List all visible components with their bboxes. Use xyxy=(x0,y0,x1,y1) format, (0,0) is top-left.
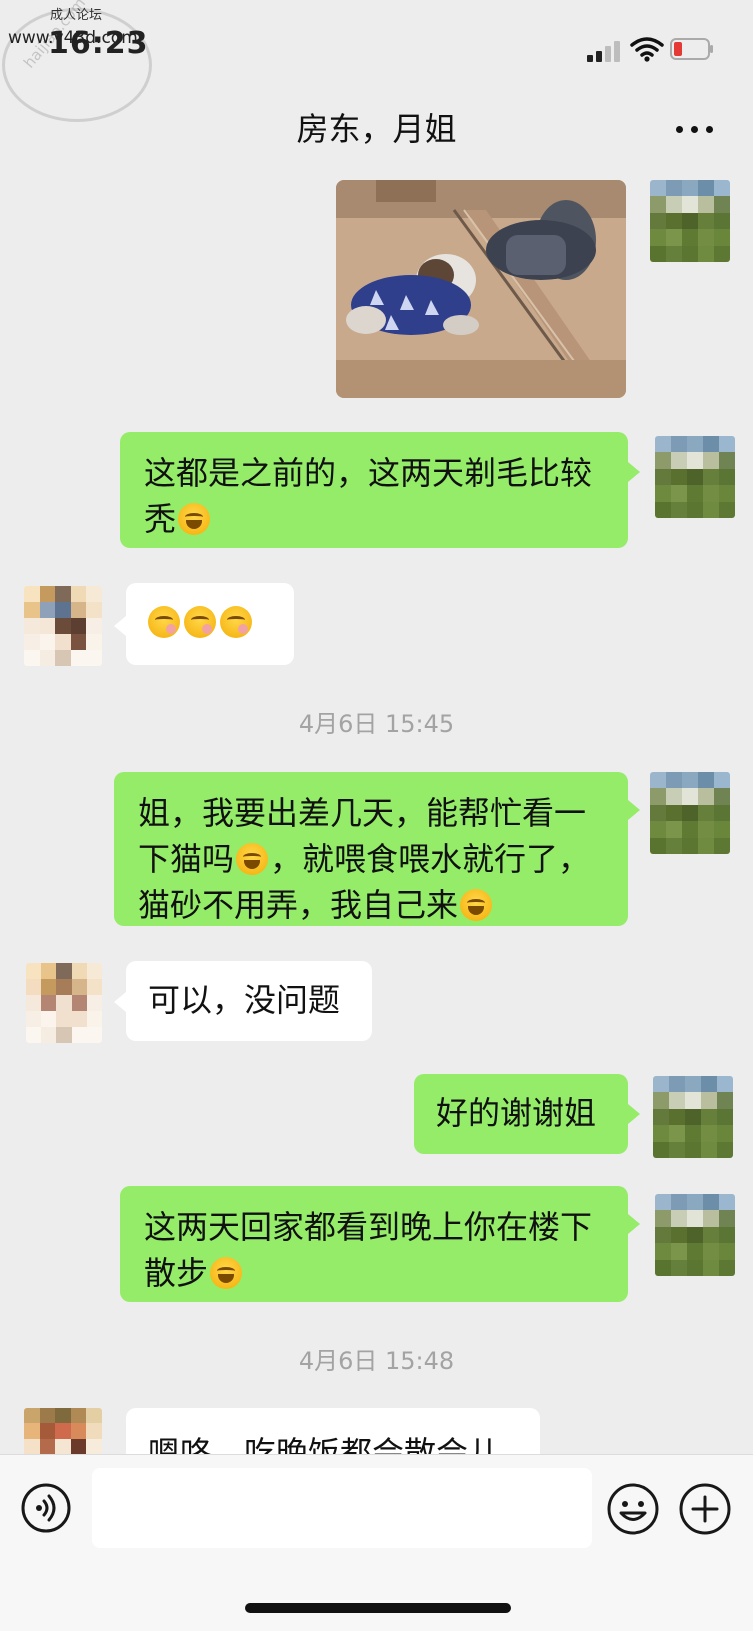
avatar-me[interactable] xyxy=(650,180,730,262)
wifi-icon xyxy=(630,37,664,62)
thinking-emoji-icon xyxy=(148,606,180,638)
avatar-me[interactable] xyxy=(655,436,735,518)
message-bubble-other[interactable]: 嗯咯，吃晚饭都会散会儿 xyxy=(126,1408,540,1454)
home-indicator[interactable] xyxy=(245,1603,511,1613)
message-bubble-me[interactable]: 姐，我要出差几天，能帮忙看一 下猫吗 ，就喂食喂水就行了， 猫砂不用弄，我自己来 xyxy=(114,772,628,926)
bubble-tail xyxy=(628,800,640,820)
message-text: 嗯咯，吃晚饭都会散会儿 xyxy=(148,1434,501,1454)
bubble-tail xyxy=(628,1214,640,1234)
chat-title: 房东，月姐 xyxy=(296,110,457,148)
voice-icon[interactable] xyxy=(20,1482,72,1534)
avatar-other[interactable] xyxy=(24,1408,102,1454)
signal-icon xyxy=(587,40,623,62)
emoji-icon[interactable] xyxy=(606,1482,660,1536)
plus-icon[interactable] xyxy=(678,1482,732,1536)
message-input[interactable] xyxy=(92,1468,592,1548)
thinking-emoji-icon xyxy=(220,606,252,638)
bubble-tail xyxy=(114,992,126,1012)
thinking-emoji-icon xyxy=(184,606,216,638)
avatar-me[interactable] xyxy=(650,772,730,854)
watermark-top: 成人论坛 xyxy=(50,8,103,23)
avatar-other[interactable] xyxy=(24,586,102,666)
message-bubble-other[interactable]: 可以，没问题 xyxy=(126,961,372,1041)
avatar-me[interactable] xyxy=(655,1194,735,1276)
laugh-cry-emoji-icon xyxy=(460,889,493,921)
watermark-url: www.v43d.com xyxy=(8,28,138,48)
laugh-cry-emoji-icon xyxy=(210,1257,243,1289)
more-icon[interactable] xyxy=(676,126,714,134)
message-text: 这都是之前的，这两天剃毛比较 秃 xyxy=(144,454,593,538)
timestamp: 4月6日 15:45 xyxy=(298,710,455,738)
avatar-other[interactable] xyxy=(26,963,102,1043)
laugh-cry-emoji-icon xyxy=(178,503,211,535)
message-text: 可以，没问题 xyxy=(148,981,341,1019)
battery-icon xyxy=(670,38,713,60)
cat-photo[interactable] xyxy=(336,180,626,398)
message-bubble-me[interactable]: 这都是之前的，这两天剃毛比较 秃 xyxy=(120,432,628,548)
bubble-tail xyxy=(628,1104,640,1124)
laugh-cry-emoji-icon xyxy=(236,843,269,875)
message-bubble-other[interactable] xyxy=(126,583,294,665)
message-bubble-me[interactable]: 这两天回家都看到晚上你在楼下 散步 xyxy=(120,1186,628,1302)
message-bubble-me[interactable]: 好的谢谢姐 xyxy=(414,1074,628,1154)
timestamp: 4月6日 15:48 xyxy=(298,1347,455,1375)
avatar-me[interactable] xyxy=(653,1076,733,1158)
bubble-tail xyxy=(114,616,126,636)
bubble-tail xyxy=(628,462,640,482)
message-text: 好的谢谢姐 xyxy=(436,1094,597,1132)
